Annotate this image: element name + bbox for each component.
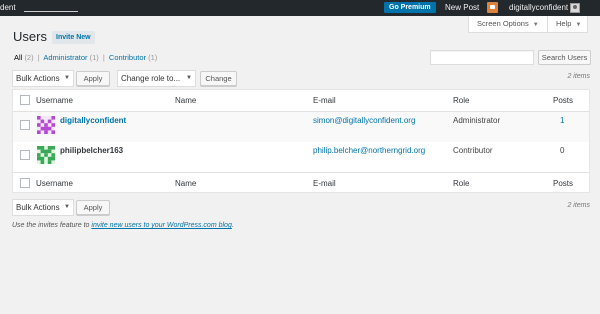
column-footer-username[interactable]: Username (36, 179, 73, 188)
user-avatar-icon[interactable] (570, 3, 580, 13)
username-text[interactable]: philipbelcher163 (60, 146, 123, 155)
chevron-down-icon: ▼ (532, 22, 539, 28)
posts-count: 0 (560, 146, 565, 155)
select-all-checkbox-bottom[interactable] (20, 178, 30, 188)
user-account-link[interactable]: digitallyconfident (509, 3, 568, 12)
posts-count-link[interactable]: 1 (560, 116, 564, 125)
column-header-name[interactable]: Name (175, 96, 196, 105)
column-footer-posts[interactable]: Posts (553, 179, 573, 188)
change-role-select[interactable]: Change role to... ▼ (117, 70, 196, 87)
page-title: Users (13, 29, 47, 44)
role-value: Administrator (453, 116, 501, 125)
dropdown-arrow-icon: ▼ (186, 75, 192, 81)
filter-contributor-label: Contributor (108, 53, 147, 62)
invites-note: Use the invites feature to invite new us… (12, 222, 234, 229)
column-header-email[interactable]: E-mail (313, 96, 336, 105)
apply-button-bottom[interactable]: Apply (76, 200, 110, 215)
invites-note-prefix: Use the invites feature to (12, 222, 92, 229)
filter-administrator-count: (1) (89, 53, 99, 62)
help-label: Help (556, 19, 572, 28)
help-tab[interactable]: Help ▼ (547, 16, 588, 33)
admin-bar: dent Go Premium New Post digitallyconfid… (0, 0, 600, 16)
user-avatar-icon (37, 116, 55, 134)
screen-options-label: Screen Options (477, 19, 529, 28)
bulk-actions-value: Bulk Actions (16, 74, 60, 83)
filter-separator: | (102, 53, 105, 62)
email-link[interactable]: simon@digitallyconfident.org (313, 116, 415, 125)
filter-contributor-count: (1) (148, 53, 158, 62)
dropdown-arrow-icon: ▼ (64, 75, 70, 81)
change-role-value: Change role to... (121, 74, 181, 83)
search-users-input[interactable] (430, 50, 534, 65)
new-post-link[interactable]: New Post (445, 3, 479, 12)
chevron-down-icon: ▼ (575, 22, 582, 28)
row-checkbox[interactable] (20, 150, 30, 160)
bulk-actions-value: Bulk Actions (16, 203, 60, 212)
table-header-row: Username Name E-mail Role Posts (13, 90, 589, 112)
invite-users-link[interactable]: invite new users to your WordPress.com b… (91, 222, 231, 229)
filter-all-label: All (14, 53, 23, 62)
filter-contributor[interactable]: Contributor (1) (109, 53, 157, 62)
items-count-top: 2 items (567, 73, 590, 80)
column-header-role: Role (453, 96, 470, 105)
filter-separator: | (37, 53, 40, 62)
column-footer-email[interactable]: E-mail (313, 179, 336, 188)
column-footer-role: Role (453, 179, 470, 188)
column-header-username[interactable]: Username (36, 96, 73, 105)
role-value: Contributor (453, 146, 493, 155)
table-row: digitallyconfident simon@digitallyconfid… (13, 112, 589, 142)
table-footer-row: Username Name E-mail Role Posts (13, 172, 589, 193)
dropdown-arrow-icon: ▼ (64, 204, 70, 210)
filter-administrator-label: Administrator (43, 53, 88, 62)
invites-note-suffix: . (231, 222, 234, 229)
username-link[interactable]: digitallyconfident (60, 116, 126, 125)
select-all-checkbox[interactable] (20, 95, 30, 105)
user-avatar-icon (37, 146, 55, 164)
go-premium-button[interactable]: Go Premium (384, 2, 436, 13)
table-row: philipbelcher163 philip.belcher@northern… (13, 142, 589, 172)
users-table: Username Name E-mail Role Posts digitall… (12, 89, 590, 193)
site-name[interactable]: dent (0, 3, 16, 12)
search-users-button[interactable]: Search Users (538, 50, 591, 65)
site-name-underline (24, 11, 78, 12)
filter-all[interactable]: All (2) (14, 53, 34, 62)
change-role-button[interactable]: Change (200, 71, 237, 86)
bulk-actions-select-top[interactable]: Bulk Actions ▼ (12, 70, 74, 87)
email-link[interactable]: philip.belcher@northerngrid.org (313, 146, 425, 155)
items-count-bottom: 2 items (567, 202, 590, 209)
apply-button-top[interactable]: Apply (76, 71, 110, 86)
notification-icon[interactable] (487, 2, 498, 13)
row-checkbox[interactable] (20, 120, 30, 130)
role-filter-links: All (2) | Administrator (1) | Contributo… (14, 53, 157, 62)
filter-administrator[interactable]: Administrator (1) (43, 53, 98, 62)
column-footer-name[interactable]: Name (175, 179, 196, 188)
bulk-actions-select-bottom[interactable]: Bulk Actions ▼ (12, 199, 74, 216)
column-header-posts[interactable]: Posts (553, 96, 573, 105)
filter-all-count: (2) (24, 53, 34, 62)
invite-new-button[interactable]: Invite New (52, 31, 95, 44)
